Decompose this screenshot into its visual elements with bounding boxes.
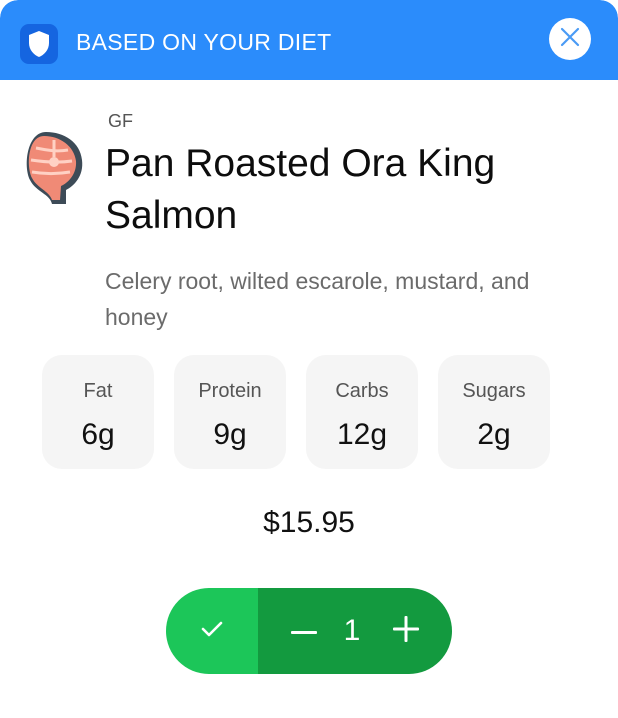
minus-icon	[291, 622, 317, 640]
diet-banner: BASED ON YOUR DIET	[0, 0, 618, 80]
check-icon	[199, 618, 225, 645]
decrement-button[interactable]	[286, 612, 322, 650]
dish-card: BASED ON YOUR DIET GF Pan Roasted Ora Ki…	[0, 0, 618, 718]
nutrition-value: 9g	[213, 418, 247, 451]
diet-tag: GF	[108, 111, 133, 131]
nutrition-label: Sugars	[462, 380, 526, 402]
stepper-controls: 1	[258, 588, 452, 674]
nutrition-value: 6g	[81, 418, 115, 451]
nutrition-value: 12g	[336, 418, 388, 451]
nutrition-label: Carbs	[335, 380, 389, 402]
nutrition-sugars: Sugars 2g	[438, 355, 550, 469]
confirm-button[interactable]	[166, 588, 258, 674]
quantity-stepper: 1	[166, 588, 452, 674]
nutrition-fat: Fat 6g	[42, 355, 154, 469]
plus-icon	[393, 615, 419, 647]
nutrition-carbs: Carbs 12g	[306, 355, 418, 469]
close-button[interactable]	[549, 18, 591, 60]
nutrition-label: Fat	[83, 380, 113, 402]
nutrition-protein: Protein 9g	[174, 355, 286, 469]
nutrition-label: Protein	[198, 380, 262, 402]
increment-button[interactable]	[388, 612, 424, 650]
quantity-value: 1	[343, 614, 361, 647]
banner-title: BASED ON YOUR DIET	[76, 29, 332, 55]
dish-description: Celery root, wilted escarole, mustard, a…	[105, 268, 530, 330]
close-icon	[559, 26, 581, 53]
salmon-steak-icon	[22, 130, 86, 206]
dish-price: $15.95	[263, 506, 355, 539]
nutrition-value: 2g	[477, 418, 511, 451]
dish-title: Pan Roasted Ora King Salmon	[105, 142, 496, 237]
shield-icon	[20, 24, 58, 64]
